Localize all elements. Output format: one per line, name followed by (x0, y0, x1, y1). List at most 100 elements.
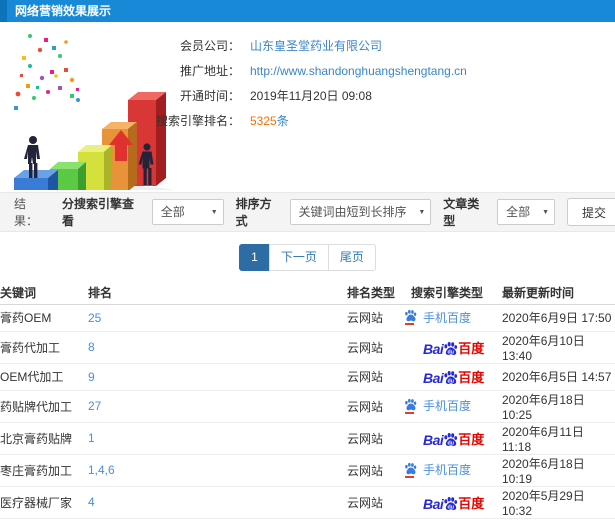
keyword-cell: 膏药OEM (0, 304, 88, 332)
article-type-select[interactable]: 全部 (497, 199, 556, 226)
submit-button[interactable]: 提交 (567, 198, 615, 226)
field-se-rank-count: 搜索引擎排名： 5325 条 (0, 109, 289, 134)
baidu-baidu-text: 百度 (458, 431, 485, 447)
baidu-paw-icon: du (444, 496, 458, 510)
page-next[interactable]: 下一页 (268, 243, 329, 271)
baidu-paw-icon (405, 310, 417, 322)
keyword-cell: 枣庄膏药加工 (0, 454, 88, 487)
se-rank-count-label: 搜索引擎排名： (155, 114, 240, 128)
engine-filter-select[interactable]: 全部 (151, 199, 224, 226)
mobile-baidu-logo: 手机百度 (403, 309, 471, 326)
rank-type-cell: 云网站 (347, 422, 403, 455)
mobile-baidu-label: 手机百度 (423, 399, 472, 414)
rank-cell: 4 (88, 486, 347, 519)
table-row: 膏药代加工 8 云网站 Bai du 百度 2020年6月10日 13:40 (0, 331, 615, 364)
baidu-bai-text: Bai (423, 370, 444, 386)
mobile-baidu-label: 手机百度 (423, 310, 472, 325)
baidu-bai-text: Bai (423, 340, 444, 357)
se-rank-count-value: 5325 (250, 114, 277, 128)
baidu-red-underline (405, 323, 414, 326)
rank-link[interactable]: 25 (88, 311, 101, 325)
baidu-paw-icon: du (444, 371, 458, 384)
results-table: 关键词 排名 排名类型 搜索引擎类型 最新更新时间 膏药OEM 25 云网站 手… (0, 282, 615, 520)
baidu-baidu-text: 百度 (458, 370, 485, 385)
table-row: 枣庄膏药加工 1,4,6 云网站 手机百度 2020年6月18日 10:19 (0, 454, 615, 487)
rank-link[interactable]: 1,4,6 (88, 463, 115, 477)
info-section: 会员公司： 山东皇圣堂药业有限公司 推广地址： http://www.shand… (0, 22, 615, 192)
rank-type-cell: 云网站 (347, 454, 403, 487)
baidu-bai-text: Bai (423, 495, 444, 512)
se-rank-count-unit: 条 (276, 114, 289, 128)
rank-type-cell: 云网站 (347, 486, 403, 519)
col-keyword: 关键词 (0, 282, 88, 305)
page-last[interactable]: 尾页 (327, 243, 376, 271)
field-promo-url: 推广地址： http://www.shandonghuangshengtang.… (0, 59, 467, 84)
keyword-cell: 医疗器械厂家 (0, 486, 88, 519)
keyword-cell: 药贴牌代加工 (0, 390, 88, 423)
baidu-red-underline (405, 411, 414, 414)
keyword-cell: 北京膏药贴牌 (0, 422, 88, 455)
baidu-paw-icon: du (444, 432, 458, 446)
baidu-paw-icon: du (444, 341, 458, 355)
table-row: 膏药OEM 25 云网站 手机百度 2020年6月9日 17:50 (0, 304, 615, 332)
promo-url-link[interactable]: http://www.shandonghuangshengtang.cn (250, 59, 467, 84)
col-rank: 排名 (88, 282, 347, 305)
rank-cell: 27 (88, 390, 347, 423)
engine-filter-label: 分搜索引擎查看 (61, 197, 134, 228)
engine-cell: Bai du 百度 (403, 331, 502, 364)
table-row: 医疗器械厂家 4 云网站 Bai du 百度 2020年5月29日 10:32 (0, 486, 615, 519)
rank-type-cell: 云网站 (347, 390, 403, 423)
page-title: 网络营销效果展示 (0, 0, 615, 22)
updated-cell: 2020年6月18日 10:25 (502, 390, 615, 423)
updated-cell: 2020年6月9日 17:50 (502, 304, 615, 332)
sort-label: 排序方式 (235, 197, 272, 228)
open-time-label: 开通时间： (179, 89, 240, 103)
rank-cell: 1,4,6 (88, 454, 347, 487)
field-open-time: 开通时间： 2019年11月20日 09:08 (0, 84, 372, 109)
baidu-logo: Bai du 百度 (423, 338, 484, 357)
open-time-value: 2019年11月20日 09:08 (250, 89, 372, 103)
baidu-paw-icon (405, 398, 417, 410)
sort-select[interactable]: 关键词由短到长排序 (289, 199, 432, 226)
table-body: 膏药OEM 25 云网站 手机百度 2020年6月9日 17:50 膏药代加工 … (0, 304, 615, 520)
svg-text:du: du (448, 504, 455, 510)
mobile-baidu-label: 手机百度 (423, 463, 472, 478)
baidu-logo: Bai du 百度 (423, 367, 484, 386)
rank-link[interactable]: 8 (88, 340, 95, 354)
updated-cell: 2020年6月18日 10:19 (502, 454, 615, 487)
rank-type-cell: 云网站 (347, 363, 403, 391)
col-updated: 最新更新时间 (502, 282, 615, 305)
updated-cell: 2020年5月29日 10:32 (502, 486, 615, 519)
rank-link[interactable]: 4 (88, 495, 95, 509)
page-current[interactable]: 1 (239, 243, 270, 271)
table-row: OEM代加工 9 云网站 Bai du 百度 2020年6月5日 14:57 (0, 363, 615, 391)
table-header-row: 关键词 排名 排名类型 搜索引擎类型 最新更新时间 (0, 282, 615, 305)
svg-text:du: du (448, 378, 455, 384)
col-engine-type: 搜索引擎类型 (403, 282, 502, 305)
svg-text:du: du (448, 440, 455, 446)
rank-link[interactable]: 1 (88, 431, 95, 445)
baidu-logo: Bai du 百度 (423, 493, 484, 512)
pagination-wrap: 1 下一页 尾页 (0, 232, 615, 282)
field-member-company: 会员公司： 山东皇圣堂药业有限公司 (0, 34, 382, 59)
promo-url-label: 推广地址： (179, 64, 240, 78)
keyword-cell: OEM代加工 (0, 363, 88, 391)
engine-cell: Bai du 百度 (403, 422, 502, 455)
engine-cell: 手机百度 (403, 454, 502, 487)
updated-cell: 2020年6月10日 13:40 (502, 331, 615, 364)
rank-link[interactable]: 9 (88, 370, 95, 384)
rank-type-cell: 云网站 (347, 331, 403, 364)
col-rank-type: 排名类型 (347, 282, 403, 305)
baidu-bai-text: Bai (423, 431, 444, 448)
keyword-cell: 膏药代加工 (0, 331, 88, 364)
table-row: 药贴牌代加工 27 云网站 手机百度 2020年6月18日 10:25 (0, 390, 615, 423)
result-label: 结果： (14, 197, 39, 228)
engine-cell: 手机百度 (403, 390, 502, 423)
baidu-paw-icon (405, 462, 417, 474)
engine-cell: Bai du 百度 (403, 486, 502, 519)
pagination: 1 下一页 尾页 (239, 243, 376, 271)
rank-link[interactable]: 27 (88, 399, 101, 413)
member-company-link[interactable]: 山东皇圣堂药业有限公司 (250, 34, 382, 59)
engine-cell: Bai du 百度 (403, 363, 502, 391)
rank-type-cell: 云网站 (347, 304, 403, 332)
